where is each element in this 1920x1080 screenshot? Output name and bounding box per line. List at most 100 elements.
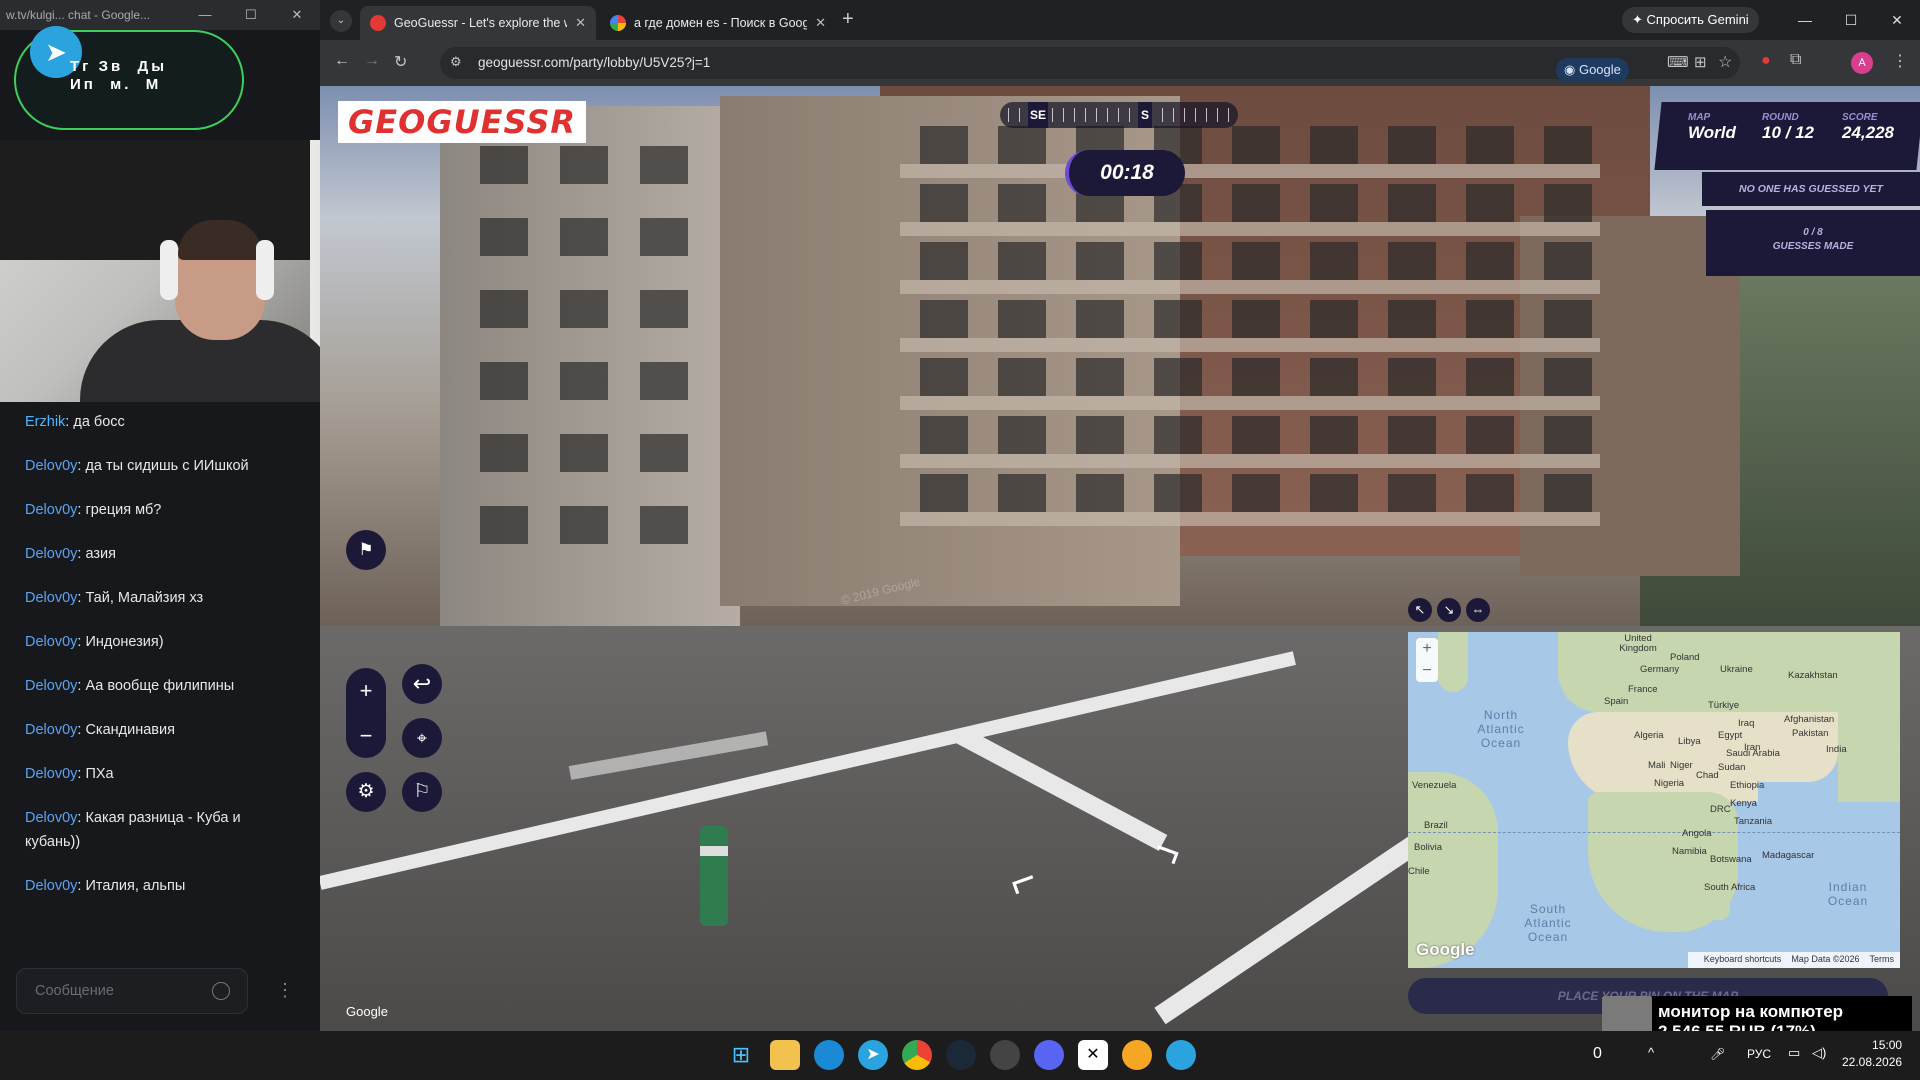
browser-toolbar: ← → ↻ ⚙ geoguessr.com/party/lobby/U5V25?… (320, 40, 1920, 86)
telegram-overlay-text: Тг Зв Ды Ип м. М (70, 58, 168, 93)
steam-icon[interactable] (946, 1040, 976, 1070)
map-country-label: Brazil (1424, 820, 1448, 831)
volume-icon[interactable]: ◁) (1812, 1045, 1826, 1061)
map-zoom-out-icon[interactable]: − (1416, 660, 1438, 682)
chat-text: Италия, альпы (85, 878, 186, 894)
flag-icon[interactable]: ⚐ (402, 772, 442, 812)
chat-username[interactable]: Delov0y (25, 878, 77, 894)
chat-message: Delov0y: Индонезия) (25, 634, 164, 650)
street-view[interactable]: ⌐ ¬ © 2019 Google GEOGUESSR SE S 00:18 M… (320, 86, 1920, 1031)
bookmark-star-icon[interactable]: ☆ (1718, 52, 1732, 72)
keyboard-shortcuts-link[interactable]: Keyboard shortcuts (1704, 954, 1782, 966)
back-icon[interactable]: ← (334, 52, 350, 70)
map-country-label: Saudi Arabia (1726, 748, 1780, 759)
extensions-puzzle-icon[interactable]: ⧉ (1790, 51, 1801, 69)
map-country-label: Nigeria (1654, 778, 1685, 789)
tab-geoguessr[interactable]: GeoGuessr - Let's explore the w ✕ (360, 6, 596, 40)
zoom-in-icon[interactable]: + (346, 668, 386, 713)
shrink-map-icon[interactable]: ↘ (1437, 598, 1461, 622)
map-country-label: Iraq (1738, 718, 1755, 729)
install-icon[interactable]: ⊞ (1694, 53, 1707, 71)
gemini-button[interactable]: ✦ Спросить Gemini (1622, 7, 1759, 33)
browser-window: ⌄ GeoGuessr - Let's explore the w ✕ а гд… (320, 0, 1920, 1031)
maximize-icon[interactable]: ☐ (1828, 0, 1874, 40)
capcut-icon[interactable]: ✕ (1078, 1040, 1108, 1070)
minimize-icon[interactable]: — (182, 7, 228, 23)
chrome-icon[interactable] (902, 1040, 932, 1070)
maximize-icon[interactable]: ☐ (228, 7, 274, 23)
address-bar[interactable]: ⚙ geoguessr.com/party/lobby/U5V25?j=1 ◉ … (440, 47, 1740, 82)
chat-username[interactable]: Delov0y (25, 590, 77, 606)
settings-icon[interactable]: ⚙ (346, 772, 386, 812)
tab-search-icon[interactable]: ⌄ (330, 10, 352, 32)
map-country-label: Poland (1670, 652, 1700, 663)
chat-username[interactable]: Delov0y (25, 546, 77, 562)
guess-map[interactable]: United Kingdom Poland Ukraine Kazakhstan Ger… (1408, 632, 1900, 968)
clock[interactable]: 15:00 22.08.2026 (1842, 1037, 1902, 1071)
reload-icon[interactable]: ↻ (394, 52, 407, 72)
chat-message: Delov0y: Италия, альпы (25, 878, 186, 894)
telegram-alt-icon[interactable] (1166, 1040, 1196, 1070)
discord-icon[interactable] (1034, 1040, 1064, 1070)
chat-username[interactable]: Delov0y (25, 722, 77, 738)
file-explorer-icon[interactable] (770, 1040, 800, 1070)
status-score: SCORE 24,228 (1842, 112, 1894, 142)
microphone-icon[interactable]: 🎤︎ (1710, 1047, 1725, 1061)
chat-message: Delov0y: Скандинавия (25, 722, 175, 738)
more-options-icon[interactable]: ⋮ (276, 980, 294, 1001)
chat-username[interactable]: Delov0y (25, 766, 77, 782)
geoguessr-logo: GEOGUESSR (338, 101, 587, 143)
close-icon[interactable]: ✕ (274, 7, 320, 23)
chat-username[interactable]: Delov0y (25, 458, 77, 474)
forward-icon[interactable]: → (364, 52, 380, 70)
expand-map-icon[interactable]: ↖ (1408, 598, 1432, 622)
geoguessr-pin-icon (370, 15, 386, 31)
google-lens-button[interactable]: ◉ Google (1556, 58, 1629, 82)
menu-icon[interactable]: ⋮ (1892, 51, 1908, 71)
report-icon[interactable]: ⚑ (346, 530, 386, 570)
map-country-label: Egypt (1718, 730, 1743, 741)
ocean-label: North Atlantic Ocean (1477, 708, 1525, 750)
map-country-label: Venezuela (1412, 780, 1457, 791)
map-zoom-controls: + − (1416, 638, 1438, 682)
chat-window: w.tv/kulgi... chat - Google... — ☐ ✕ ➤ Т… (0, 0, 464, 1031)
chat-username[interactable]: Delov0y (25, 678, 77, 694)
close-icon[interactable]: ✕ (1874, 0, 1920, 40)
start-icon[interactable]: ⊞ (726, 1040, 756, 1070)
edge-icon[interactable] (814, 1040, 844, 1070)
tab-google-search[interactable]: а где домен es - Поиск в Goog ✕ (600, 6, 836, 40)
pin-map-icon[interactable]: ⇔ (1466, 598, 1490, 622)
minimize-icon[interactable]: — (1782, 0, 1828, 40)
tray-overflow-icon[interactable]: ^ (1648, 1045, 1654, 1060)
zoom-out-icon[interactable]: − (346, 713, 386, 758)
language-indicator[interactable]: РУС (1747, 1047, 1771, 1061)
close-tab-icon[interactable]: ✕ (815, 15, 826, 31)
chat-username[interactable]: Delov0y (25, 502, 77, 518)
extension-icon[interactable]: ● (1761, 52, 1771, 70)
obs-icon[interactable] (990, 1040, 1020, 1070)
new-tab-icon[interactable]: + (842, 8, 854, 31)
map-zoom-in-icon[interactable]: + (1416, 638, 1438, 660)
chat-text: ПХа (85, 766, 114, 782)
undo-move-icon[interactable]: ↩ (402, 664, 442, 704)
yandex-music-icon[interactable] (1122, 1040, 1152, 1070)
emoji-icon[interactable] (212, 982, 230, 1000)
map-country-label: Angola (1682, 828, 1712, 839)
translate-icon[interactable]: ⌨ (1667, 53, 1689, 71)
chat-message: Delov0y: азия (25, 546, 116, 562)
close-tab-icon[interactable]: ✕ (575, 15, 586, 31)
network-icon[interactable]: ▭ (1788, 1045, 1800, 1061)
chat-username[interactable]: Delov0y (25, 810, 77, 826)
map-google-logo: Google (1416, 940, 1475, 959)
return-to-start-icon[interactable]: ⌖ (402, 718, 442, 758)
url-text: geoguessr.com/party/lobby/U5V25?j=1 (478, 55, 711, 70)
chat-username[interactable]: Erzhik (25, 414, 65, 430)
telegram-icon[interactable]: ➤ (858, 1040, 888, 1070)
taskbar: ⊞ ➤ ✕ 0 ^ 🎤︎ РУС ▭ ◁) 15:00 22.08.2026 (0, 1031, 1920, 1080)
terms-link[interactable]: Terms (1870, 954, 1895, 966)
chat-text: Индонезия) (85, 634, 164, 650)
move-arrow-icon[interactable]: ⌐ (1002, 853, 1043, 909)
site-info-icon[interactable]: ⚙ (450, 54, 462, 70)
chat-username[interactable]: Delov0y (25, 634, 77, 650)
profile-avatar[interactable]: A (1851, 52, 1873, 74)
